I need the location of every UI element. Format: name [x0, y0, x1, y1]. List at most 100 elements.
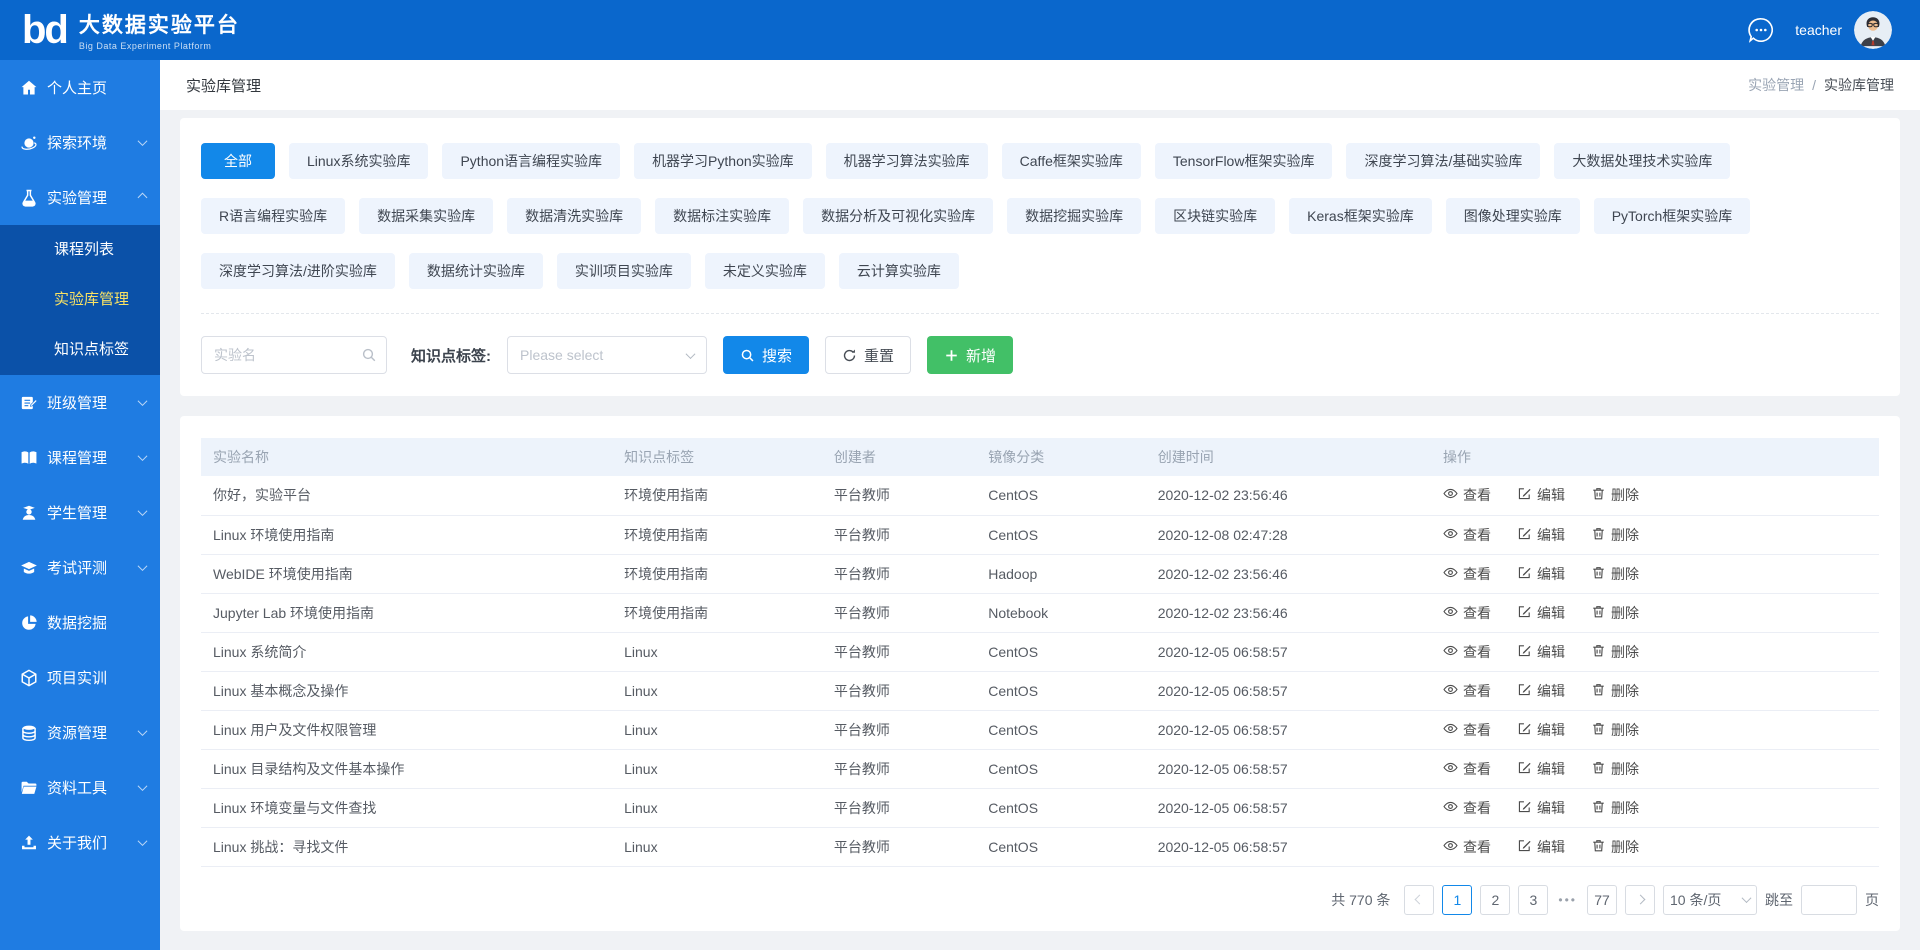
edit-action[interactable]: 编辑: [1517, 485, 1565, 505]
sidebar-subitem-course-list[interactable]: 课程列表: [0, 225, 160, 275]
table-cell: 平台教师: [822, 788, 976, 827]
next-page-button[interactable]: [1625, 885, 1655, 915]
jump-page-input[interactable]: [1801, 885, 1857, 915]
sidebar-item-experiment[interactable]: 实验管理: [0, 170, 160, 225]
edit-action[interactable]: 编辑: [1517, 603, 1565, 623]
edit-action[interactable]: 编辑: [1517, 798, 1565, 818]
edit-action[interactable]: 编辑: [1517, 525, 1565, 545]
view-action[interactable]: 查看: [1443, 564, 1491, 584]
filter-tag[interactable]: 数据采集实验库: [359, 198, 493, 234]
sidebar-item-tools[interactable]: 资料工具: [0, 760, 160, 815]
table-cell: Hadoop: [976, 554, 1145, 593]
search-button[interactable]: 搜索: [723, 336, 809, 374]
delete-action[interactable]: 删除: [1591, 642, 1639, 662]
edit-action[interactable]: 编辑: [1517, 642, 1565, 662]
delete-action[interactable]: 删除: [1591, 837, 1639, 857]
sidebar-item-about[interactable]: 关于我们: [0, 815, 160, 870]
sidebar-subitem-knowledge-tags[interactable]: 知识点标签: [0, 325, 160, 375]
edit-action[interactable]: 编辑: [1517, 720, 1565, 740]
filter-tag[interactable]: 云计算实验库: [839, 253, 959, 289]
view-action[interactable]: 查看: [1443, 798, 1491, 818]
sidebar-item-datamining[interactable]: 数据挖掘: [0, 595, 160, 650]
view-action-label: 查看: [1463, 603, 1491, 623]
table-card: 实验名称知识点标签创建者镜像分类创建时间操作 你好，实验平台环境使用指南平台教师…: [180, 416, 1900, 931]
table-cell: 环境使用指南: [612, 554, 822, 593]
view-action[interactable]: 查看: [1443, 720, 1491, 740]
view-action[interactable]: 查看: [1443, 485, 1491, 505]
edit-action[interactable]: 编辑: [1517, 837, 1565, 857]
filter-tag[interactable]: 数据标注实验库: [655, 198, 789, 234]
sidebar-item-label: 考试评测: [47, 557, 139, 578]
edit-action[interactable]: 编辑: [1517, 564, 1565, 584]
class-icon: [20, 394, 38, 412]
last-page-button[interactable]: 77: [1587, 885, 1617, 915]
delete-action[interactable]: 删除: [1591, 525, 1639, 545]
add-button[interactable]: 新增: [927, 336, 1013, 374]
view-action[interactable]: 查看: [1443, 642, 1491, 662]
sidebar-item-resource[interactable]: 资源管理: [0, 705, 160, 760]
filter-tag[interactable]: 实训项目实验库: [557, 253, 691, 289]
course-icon: [20, 449, 38, 467]
delete-action[interactable]: 删除: [1591, 485, 1639, 505]
table-cell: 2020-12-05 06:58:57: [1146, 710, 1431, 749]
message-icon[interactable]: [1747, 16, 1775, 44]
filter-tag[interactable]: 机器学习Python实验库: [634, 143, 812, 179]
page-button[interactable]: 2: [1480, 885, 1510, 915]
filter-tag[interactable]: 数据清洗实验库: [507, 198, 641, 234]
filter-tag[interactable]: 大数据处理技术实验库: [1554, 143, 1730, 179]
reset-button[interactable]: 重置: [825, 336, 911, 374]
pagination-ellipsis[interactable]: •••: [1556, 893, 1579, 907]
filter-tag[interactable]: TensorFlow框架实验库: [1155, 143, 1333, 179]
delete-action[interactable]: 删除: [1591, 720, 1639, 740]
prev-page-button[interactable]: [1404, 885, 1434, 915]
page-button[interactable]: 1: [1442, 885, 1472, 915]
view-action[interactable]: 查看: [1443, 837, 1491, 857]
experiment-name-input[interactable]: [201, 336, 387, 374]
view-action[interactable]: 查看: [1443, 759, 1491, 779]
delete-action[interactable]: 删除: [1591, 603, 1639, 623]
delete-action[interactable]: 删除: [1591, 564, 1639, 584]
page-size-select[interactable]: 10 条/页: [1663, 885, 1757, 915]
sidebar-item-exam[interactable]: 考试评测: [0, 540, 160, 595]
sidebar-item-project[interactable]: 项目实训: [0, 650, 160, 705]
filter-tag[interactable]: 数据分析及可视化实验库: [803, 198, 993, 234]
view-action[interactable]: 查看: [1443, 525, 1491, 545]
delete-action[interactable]: 删除: [1591, 681, 1639, 701]
filter-tag[interactable]: 数据统计实验库: [409, 253, 543, 289]
view-action[interactable]: 查看: [1443, 681, 1491, 701]
filter-tag[interactable]: 机器学习算法实验库: [826, 143, 988, 179]
filter-tag[interactable]: 深度学习算法/进阶实验库: [201, 253, 395, 289]
view-action[interactable]: 查看: [1443, 603, 1491, 623]
user-menu[interactable]: teacher: [1795, 11, 1892, 49]
filter-tag[interactable]: 图像处理实验库: [1446, 198, 1580, 234]
sidebar-subitem-experiment-lib[interactable]: 实验库管理: [0, 275, 160, 325]
filter-tag[interactable]: 区块链实验库: [1155, 198, 1275, 234]
knowledge-tag-select[interactable]: Please select: [507, 336, 707, 374]
filter-tag[interactable]: Python语言编程实验库: [442, 143, 620, 179]
delete-icon: [1591, 799, 1606, 817]
filter-tag[interactable]: PyTorch框架实验库: [1594, 198, 1751, 234]
edit-action[interactable]: 编辑: [1517, 759, 1565, 779]
search-icon: [361, 347, 377, 363]
filter-tag[interactable]: Caffe框架实验库: [1002, 143, 1141, 179]
sidebar-item-label: 个人主页: [47, 77, 146, 98]
sidebar-item-explore[interactable]: 探索环境: [0, 115, 160, 170]
filter-tag[interactable]: Keras框架实验库: [1289, 198, 1432, 234]
edit-action[interactable]: 编辑: [1517, 681, 1565, 701]
delete-action[interactable]: 删除: [1591, 798, 1639, 818]
filter-tag[interactable]: 全部: [201, 143, 275, 179]
page-button[interactable]: 3: [1518, 885, 1548, 915]
filter-tag[interactable]: R语言编程实验库: [201, 198, 345, 234]
filter-tag[interactable]: 深度学习算法/基础实验库: [1346, 143, 1540, 179]
sidebar-item-class[interactable]: 班级管理: [0, 375, 160, 430]
table-cell: 环境使用指南: [612, 593, 822, 632]
filter-tag[interactable]: Linux系统实验库: [289, 143, 428, 179]
breadcrumb-parent[interactable]: 实验管理: [1748, 75, 1804, 95]
sidebar-item-student[interactable]: 学生管理: [0, 485, 160, 540]
filter-tag[interactable]: 数据挖掘实验库: [1007, 198, 1141, 234]
delete-action[interactable]: 删除: [1591, 759, 1639, 779]
filter-tag[interactable]: 未定义实验库: [705, 253, 825, 289]
sidebar-item-course[interactable]: 课程管理: [0, 430, 160, 485]
sidebar-item-home[interactable]: 个人主页: [0, 60, 160, 115]
breadcrumb-separator: /: [1812, 77, 1816, 93]
